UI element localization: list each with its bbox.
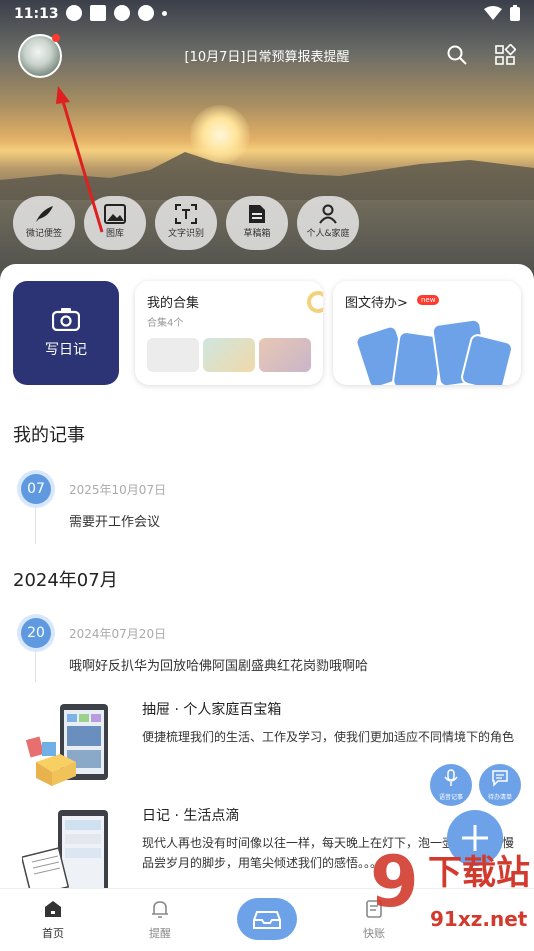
article-description: 便捷梳理我们的生活、工作及学习，使我们更加适应不同情境下的角色 — [142, 730, 515, 744]
watermark-url: 91xz.net — [430, 907, 528, 931]
note-date: 2024年07月20日 — [69, 627, 167, 641]
image-icon — [104, 204, 126, 224]
quick-action-label: 文字识别 — [167, 229, 204, 239]
mountain-silhouette — [0, 152, 534, 200]
nav-home[interactable]: 首页 — [23, 899, 83, 941]
quick-action-gallery[interactable]: 图库 — [84, 196, 146, 250]
notification-icon — [138, 5, 154, 21]
camera-icon — [52, 308, 80, 331]
quick-action-drafts[interactable]: 草稿箱 — [226, 196, 288, 250]
chat-list-icon — [492, 770, 508, 787]
home-icon — [45, 901, 61, 917]
quick-action-personal-family[interactable]: 个人&家庭 — [297, 196, 359, 250]
notification-icon — [66, 5, 82, 21]
more-dot-icon — [162, 11, 167, 16]
text-scan-icon — [175, 204, 197, 224]
voice-note-label: 语音记事 — [438, 794, 463, 801]
collection-thumbnail[interactable] — [259, 338, 311, 372]
status-bar: 11:13 — [0, 0, 534, 28]
todo-list-label: 待办清单 — [487, 794, 512, 801]
todo-title: 图文待办> — [345, 296, 408, 311]
search-icon[interactable] — [446, 44, 468, 66]
quick-action-label: 图库 — [105, 229, 124, 239]
person-icon — [319, 204, 337, 224]
write-diary-label: 写日记 — [45, 342, 87, 358]
day-number: 07 — [21, 474, 51, 504]
drawer-illustration — [25, 704, 108, 786]
status-right — [484, 5, 520, 21]
wifi-icon — [484, 6, 502, 20]
watermark-title: 下载站 — [428, 853, 530, 893]
collections-count: 合集4个 — [147, 318, 184, 329]
article-title[interactable]: 日记 · 生活点滴 — [142, 805, 239, 825]
collection-thumbnail[interactable] — [147, 338, 199, 372]
day-badge: 07 — [17, 470, 55, 508]
month-heading: 2024年07月 — [13, 570, 118, 591]
voice-note-button[interactable]: 语音记事 — [430, 764, 472, 806]
status-notification-icons — [66, 5, 167, 21]
day-badge: 20 — [17, 614, 55, 652]
todo-card[interactable]: 图文待办> new — [333, 281, 521, 385]
timeline-line — [35, 652, 36, 682]
inbox-icon — [253, 911, 281, 929]
ring-decoration-icon — [307, 291, 323, 313]
nav-remind[interactable]: 提醒 — [130, 899, 190, 941]
day-number: 20 — [21, 618, 51, 648]
notification-dot — [52, 34, 60, 42]
collection-thumbnail[interactable] — [203, 338, 255, 372]
my-notes-heading: 我的记事 — [13, 425, 85, 446]
status-time: 11:13 — [14, 6, 59, 22]
collections-card[interactable]: 我的合集 合集4个 — [135, 281, 323, 385]
quick-action-label: 微记便签 — [25, 229, 62, 239]
nav-label: 提醒 — [149, 927, 171, 940]
quick-action-memo[interactable]: 微记便签 — [13, 196, 75, 250]
site-watermark: 9 下载站 91xz.net — [370, 841, 530, 931]
article-title[interactable]: 抽屉 · 个人家庭百宝箱 — [142, 699, 281, 719]
bell-icon — [152, 901, 168, 918]
todo-list-button[interactable]: 待办清单 — [479, 764, 521, 806]
note-text[interactable]: 需要开工作会议 — [69, 511, 160, 530]
new-badge: new — [417, 295, 440, 305]
battery-icon — [510, 5, 520, 21]
note-date: 2025年10月07日 — [69, 483, 167, 497]
note-text[interactable]: 哦啊好反扒华为回放哈佛阿国剧盛典红花岗勠哦啊哈 — [69, 655, 368, 674]
write-diary-button[interactable]: 写日记 — [13, 281, 119, 385]
microphone-icon — [444, 769, 458, 786]
quick-action-ocr[interactable]: 文字识别 — [155, 196, 217, 250]
drafts-icon — [249, 205, 265, 223]
collections-title: 我的合集 — [147, 296, 200, 311]
nav-label: 首页 — [42, 927, 64, 940]
feather-icon — [36, 206, 53, 222]
quick-action-label: 草稿箱 — [243, 229, 271, 239]
apps-grid-icon[interactable] — [494, 44, 516, 66]
notification-icon — [114, 5, 130, 21]
timeline-line — [35, 508, 36, 544]
notification-icon — [90, 5, 106, 21]
svg-text:9: 9 — [370, 841, 419, 923]
nav-inbox-button[interactable] — [237, 898, 297, 940]
quick-action-label: 个人&家庭 — [306, 229, 350, 239]
diary-illustration — [22, 810, 108, 896]
